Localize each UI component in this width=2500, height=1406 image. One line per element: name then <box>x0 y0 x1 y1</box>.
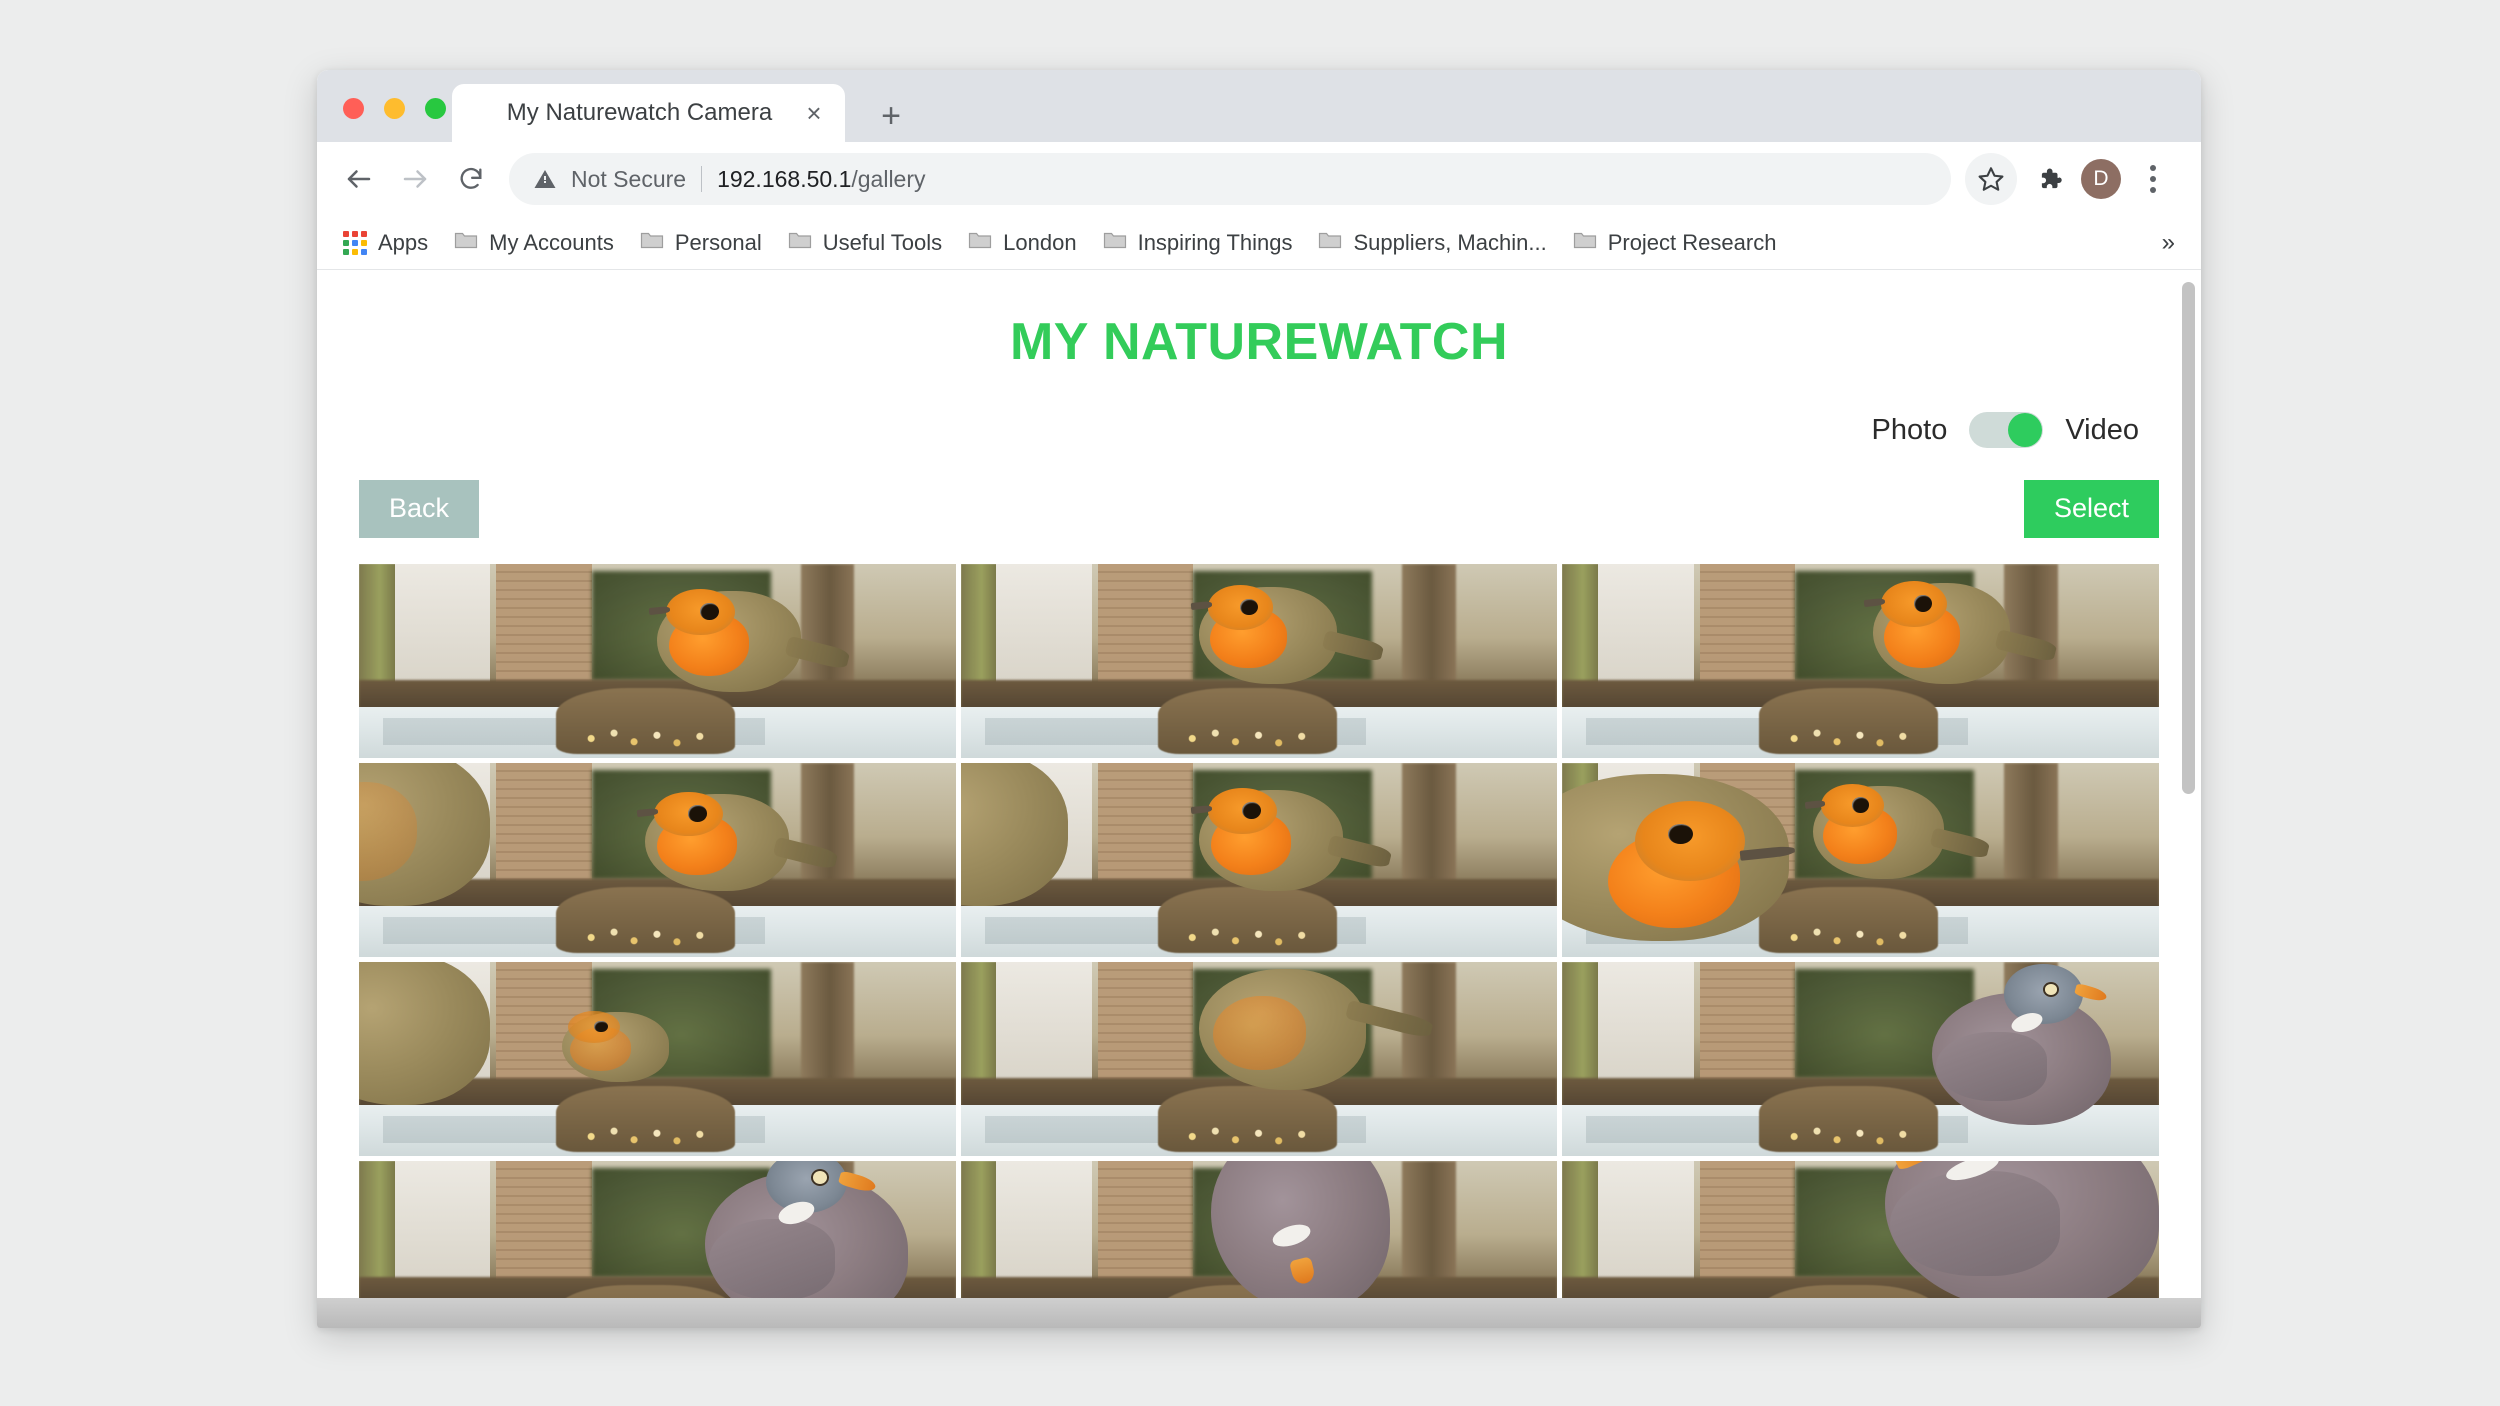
gallery-thumbnail[interactable] <box>960 762 1558 957</box>
bookmark-label: Project Research <box>1607 229 1777 255</box>
bookmark-star-icon[interactable] <box>1965 153 2017 205</box>
web-page-content: MY NATUREWATCH Photo Video Back Select <box>317 270 2201 1328</box>
address-bar[interactable]: Not Secure 192.168.50.1/gallery <box>509 153 1951 205</box>
bookmark-label: Suppliers, Machin... <box>1353 229 1547 255</box>
bookmark-personal[interactable]: Personal <box>640 230 762 256</box>
browser-toolbar: Not Secure 192.168.50.1/gallery D <box>317 142 2201 216</box>
folder-icon <box>968 230 992 256</box>
omnibox-divider <box>701 166 703 192</box>
toggle-video-label: Video <box>2065 413 2139 446</box>
folder-icon <box>1318 230 1342 256</box>
bookmark-inspiring-things[interactable]: Inspiring Things <box>1103 229 1293 256</box>
back-navigation-icon[interactable] <box>331 151 387 207</box>
tab-strip: My Naturewatch Camera × + <box>317 70 2201 142</box>
close-window-button[interactable] <box>343 98 364 119</box>
bookmark-label: My Accounts <box>489 229 614 255</box>
gallery-thumbnail[interactable] <box>1562 961 2159 1156</box>
minimize-window-button[interactable] <box>384 98 405 119</box>
gallery-thumbnail[interactable] <box>960 961 1558 1156</box>
bookmark-suppliers[interactable]: Suppliers, Machin... <box>1318 229 1547 256</box>
browser-window: My Naturewatch Camera × + Not Secure 192… <box>317 70 2201 1328</box>
bookmark-useful-tools[interactable]: Useful Tools <box>788 230 942 256</box>
gallery-actions: Back Select <box>317 448 2201 538</box>
bookmarks-bar: Apps My Accounts Personal Useful Tools L… <box>317 216 2201 270</box>
extensions-puzzle-icon[interactable] <box>2023 153 2075 205</box>
back-button[interactable]: Back <box>359 480 480 538</box>
window-controls[interactable] <box>343 98 446 119</box>
close-tab-icon[interactable]: × <box>793 92 835 134</box>
reload-icon[interactable] <box>443 151 499 207</box>
folder-icon <box>1573 230 1597 256</box>
folder-icon <box>1103 230 1127 256</box>
browser-tab[interactable]: My Naturewatch Camera × <box>452 84 845 142</box>
bookmark-london[interactable]: London <box>968 229 1077 256</box>
folder-icon <box>454 230 478 256</box>
new-tab-button[interactable]: + <box>869 94 913 138</box>
bookmark-apps[interactable]: Apps <box>343 230 428 256</box>
url-host: 192.168.50.1 <box>717 165 852 192</box>
folder-icon <box>640 230 664 256</box>
folder-icon <box>788 230 812 256</box>
bookmark-label: Apps <box>378 229 429 255</box>
gallery-thumbnail[interactable] <box>359 563 956 758</box>
url-text: 192.168.50.1/gallery <box>717 166 925 193</box>
media-mode-toggle-row: Photo Video <box>317 372 2201 448</box>
bookmark-label: Personal <box>674 229 762 255</box>
gallery-thumbnail[interactable] <box>1562 563 2159 758</box>
gallery-thumbnail[interactable] <box>1562 762 2159 957</box>
page-scrollbar[interactable] <box>2175 270 2201 1328</box>
media-gallery-grid <box>317 538 2201 1328</box>
browser-menu-icon[interactable] <box>2127 153 2179 205</box>
maximize-window-button[interactable] <box>425 98 446 119</box>
toggle-knob <box>2008 413 2043 447</box>
photo-video-toggle[interactable] <box>1969 412 2044 448</box>
bookmark-label: Useful Tools <box>822 229 943 255</box>
security-status-label: Not Secure <box>571 165 687 192</box>
url-path: /gallery <box>851 165 926 192</box>
select-button[interactable]: Select <box>2023 480 2159 538</box>
window-bottom-edge <box>317 1298 2201 1328</box>
gallery-thumbnail[interactable] <box>960 563 1558 758</box>
gallery-thumbnail[interactable] <box>359 961 956 1156</box>
bookmark-project-research[interactable]: Project Research <box>1573 229 1777 256</box>
bookmark-label: Inspiring Things <box>1137 229 1293 255</box>
profile-avatar[interactable]: D <box>2081 159 2121 199</box>
gallery-thumbnail[interactable] <box>359 762 956 957</box>
scrollbar-thumb[interactable] <box>2182 282 2195 794</box>
toggle-photo-label: Photo <box>1871 413 1948 446</box>
bookmarks-overflow-icon[interactable]: » <box>2162 229 2175 257</box>
not-secure-warning-icon <box>533 167 557 191</box>
page-title: MY NATUREWATCH <box>1009 313 1509 371</box>
apps-grid-icon <box>343 230 367 255</box>
bookmark-my-accounts[interactable]: My Accounts <box>454 230 614 256</box>
forward-navigation-icon[interactable] <box>387 151 443 207</box>
tab-title: My Naturewatch Camera <box>506 99 773 126</box>
bookmark-label: London <box>1003 229 1077 255</box>
